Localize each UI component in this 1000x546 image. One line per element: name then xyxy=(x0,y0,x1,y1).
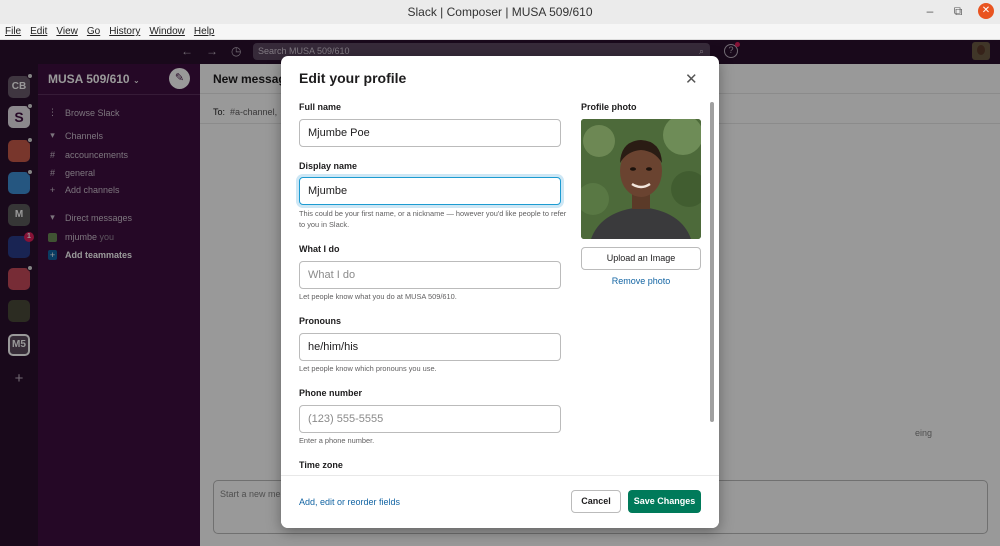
modal-title: Edit your profile xyxy=(299,70,407,86)
menu-go[interactable]: Go xyxy=(87,26,100,37)
pronouns-hint: Let people know which pronouns you use. xyxy=(299,364,437,373)
window-controls: – ⧉ ✕ xyxy=(922,3,994,19)
what-i-do-hint: Let people know what you do at MUSA 509/… xyxy=(299,292,457,301)
menu-file[interactable]: File xyxy=(5,26,21,37)
profile-photo-label: Profile photo xyxy=(581,102,637,112)
upload-image-button[interactable]: Upload an Image xyxy=(581,247,701,270)
full-name-input[interactable] xyxy=(299,119,561,147)
edit-profile-modal: Edit your profile ✕ Full name Display na… xyxy=(281,56,719,528)
edit-fields-link[interactable]: Add, edit or reorder fields xyxy=(299,497,400,507)
modal-scrollbar[interactable] xyxy=(710,102,714,422)
menu-view[interactable]: View xyxy=(56,26,78,37)
menubar: File Edit View Go History Window Help xyxy=(0,24,1000,40)
menu-history[interactable]: History xyxy=(109,26,140,37)
phone-input[interactable] xyxy=(299,405,561,433)
window-close-icon[interactable]: ✕ xyxy=(978,3,994,19)
full-name-label: Full name xyxy=(299,102,342,112)
display-name-label: Display name xyxy=(299,161,358,171)
save-changes-button[interactable]: Save Changes xyxy=(628,490,701,513)
menu-edit[interactable]: Edit xyxy=(30,26,47,37)
cancel-button[interactable]: Cancel xyxy=(571,490,621,513)
profile-photo xyxy=(581,119,701,239)
window-title: Slack | Composer | MUSA 509/610 xyxy=(407,5,593,19)
close-icon[interactable]: ✕ xyxy=(685,72,698,87)
phone-label: Phone number xyxy=(299,388,363,398)
what-i-do-label: What I do xyxy=(299,244,340,254)
display-name-input[interactable] xyxy=(299,177,561,205)
modal-footer: Add, edit or reorder fields Cancel Save … xyxy=(281,475,719,528)
display-name-hint: This could be your first name, or a nick… xyxy=(299,209,567,229)
menu-window[interactable]: Window xyxy=(149,26,185,37)
remove-photo-link[interactable]: Remove photo xyxy=(581,276,701,286)
window-titlebar: Slack | Composer | MUSA 509/610 – ⧉ ✕ xyxy=(0,0,1000,24)
phone-hint: Enter a phone number. xyxy=(299,436,375,445)
menu-help[interactable]: Help xyxy=(194,26,215,37)
what-i-do-input[interactable] xyxy=(299,261,561,289)
maximize-icon[interactable]: ⧉ xyxy=(950,4,966,19)
pronouns-input[interactable] xyxy=(299,333,561,361)
timezone-label: Time zone xyxy=(299,460,343,470)
pronouns-label: Pronouns xyxy=(299,316,341,326)
minimize-icon[interactable]: – xyxy=(922,4,938,18)
profile-photo-image xyxy=(581,119,701,239)
